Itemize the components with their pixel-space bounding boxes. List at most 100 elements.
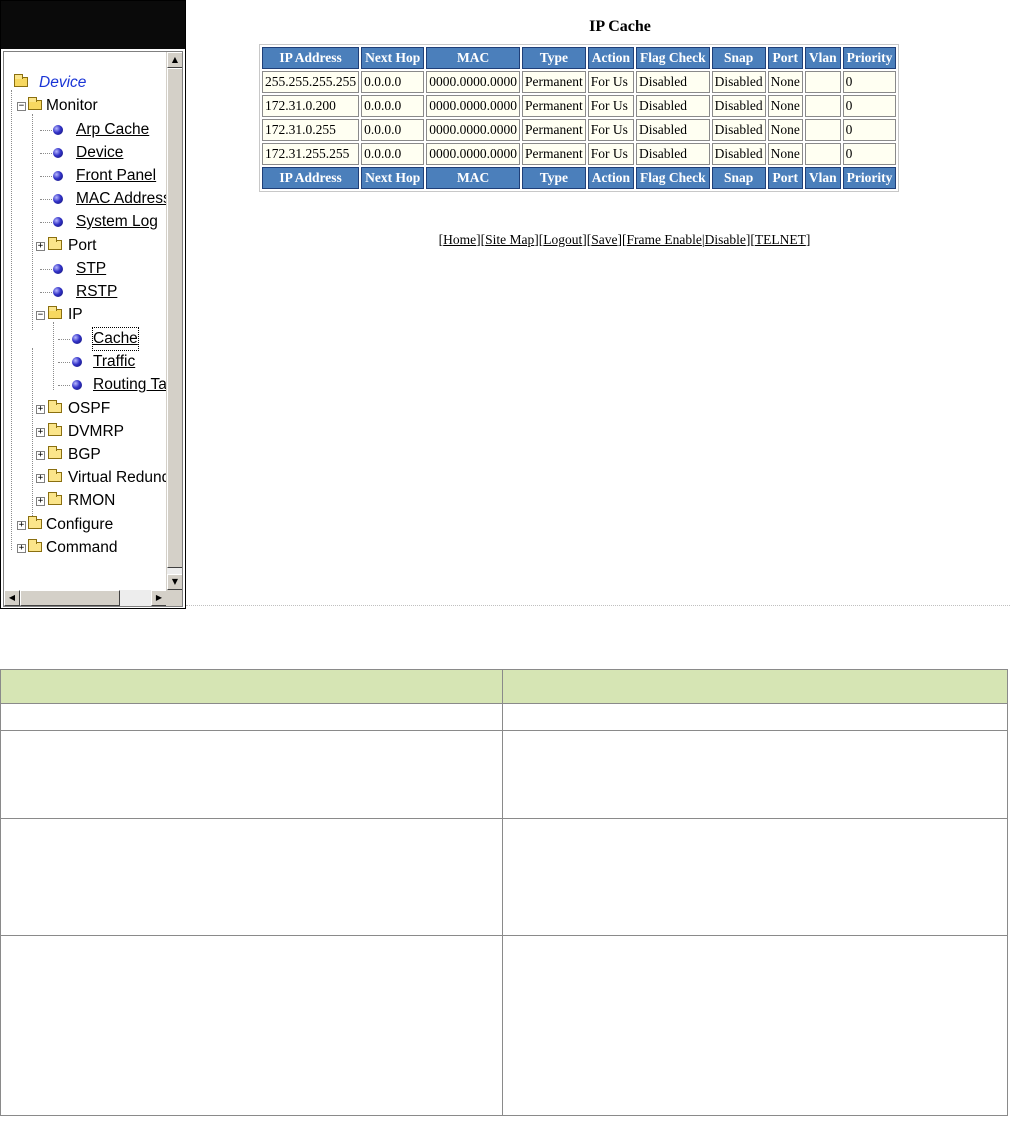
table-cell: For Us: [587, 71, 634, 93]
table-cell: None: [767, 95, 803, 117]
tree-node-command[interactable]: + Command: [4, 537, 167, 559]
expand-icon[interactable]: +: [36, 405, 45, 414]
folder-open-icon: [48, 306, 62, 319]
tree-node-device[interactable]: Device: [4, 142, 167, 164]
expand-icon[interactable]: +: [36, 474, 45, 483]
tree-node-bgp[interactable]: + BGP: [4, 444, 167, 466]
table-cell: [804, 95, 841, 117]
footer-link-frame-enable[interactable]: Frame Enable: [627, 232, 702, 247]
table-row: [0, 703, 1008, 731]
table-cell: [0, 935, 503, 1116]
vertical-scroll-thumb[interactable]: [167, 68, 182, 568]
tree-node-label: Device: [39, 74, 87, 91]
bullet-icon: [53, 171, 63, 181]
bottom-column-header: Port: [767, 167, 803, 189]
tree-node-arp-cache[interactable]: Arp Cache: [4, 119, 167, 141]
tree-node-front-panel[interactable]: Front Panel: [4, 165, 167, 187]
footer-link-site-map[interactable]: Site Map: [485, 232, 534, 247]
tree-node-label: Virtual Redundancy: [68, 469, 167, 486]
column-header-cell: [502, 669, 1008, 704]
tree-node-dvmrp[interactable]: + DVMRP: [4, 421, 167, 443]
expand-icon[interactable]: +: [36, 497, 45, 506]
tree-node-configure[interactable]: + Configure: [4, 514, 167, 536]
tree-node-device-root[interactable]: Device: [4, 72, 167, 94]
tree-node-cache-selected[interactable]: Cache: [4, 327, 167, 351]
collapse-icon[interactable]: −: [17, 102, 26, 111]
bullet-icon: [53, 125, 63, 135]
table-cell: 0: [842, 119, 897, 141]
tree-node-monitor[interactable]: − Monitor: [4, 95, 167, 117]
tree-link-label[interactable]: Traffic: [93, 351, 135, 373]
table-cell: [0, 818, 503, 936]
tree-node-mac-address[interactable]: MAC Address: [4, 188, 167, 210]
bottom-column-header: Action: [587, 167, 634, 189]
expand-icon[interactable]: +: [17, 544, 26, 553]
table-cell: None: [767, 71, 803, 93]
horizontal-scrollbar[interactable]: ◀ ▶: [4, 590, 167, 606]
top-column-header: Port: [767, 47, 803, 69]
table-cell: 0.0.0.0: [361, 119, 425, 141]
top-column-header: Next Hop: [361, 47, 425, 69]
table-cell: 0.0.0.0: [361, 95, 425, 117]
tree-node-ip[interactable]: − IP: [4, 304, 167, 326]
footer-link-logout[interactable]: Logout: [543, 232, 582, 247]
folder-icon: [48, 469, 62, 482]
footer-link-telnet[interactable]: TELNET: [755, 232, 806, 247]
tree-node-stp[interactable]: STP: [4, 258, 167, 280]
expand-icon[interactable]: +: [17, 521, 26, 530]
tree-link-label[interactable]: Front Panel: [76, 165, 156, 187]
horizontal-scroll-thumb[interactable]: [20, 590, 120, 606]
table-cell: 172.31.255.255: [262, 143, 360, 165]
table-cell: [502, 818, 1008, 936]
table-row: 172.31.255.255 0.0.0.0 0000.0000.0000 Perma…: [262, 143, 897, 165]
tree-node-ospf[interactable]: + OSPF: [4, 398, 167, 420]
table-cell: Permanent: [522, 143, 586, 165]
table-header-row: IP Address Next Hop MAC Type Action Flag Chec…: [262, 47, 897, 69]
expand-icon[interactable]: +: [36, 451, 45, 460]
bottom-column-header: Vlan: [804, 167, 841, 189]
folder-icon: [48, 237, 62, 250]
tree-link-label[interactable]: System Log: [76, 211, 158, 233]
collapse-icon[interactable]: −: [36, 311, 45, 320]
scroll-left-icon[interactable]: ◀: [4, 590, 20, 606]
scroll-right-icon[interactable]: ▶: [151, 590, 167, 606]
tree-node-port[interactable]: + Port: [4, 235, 167, 257]
tree-node-traffic[interactable]: Traffic: [4, 351, 167, 373]
scroll-up-icon[interactable]: ▲: [167, 52, 182, 68]
tree-node-label: Command: [46, 539, 118, 556]
table-cell: [0, 703, 503, 731]
scrollbar-corner: [166, 590, 182, 606]
table-row: 172.31.0.200 0.0.0.0 0000.0000.0000 Permane…: [262, 95, 897, 117]
tree-link-label[interactable]: MAC Address: [76, 188, 167, 210]
expand-icon[interactable]: +: [36, 428, 45, 437]
tree-link-label[interactable]: RSTP: [76, 281, 117, 303]
vertical-scrollbar[interactable]: ▲ ▼: [166, 52, 182, 590]
footer-link-save[interactable]: Save: [591, 232, 617, 247]
nav-tree-panel: Device − Monitor Arp Cache Device Front …: [3, 51, 183, 607]
footer-link-disable[interactable]: Disable: [705, 232, 746, 247]
tree-node-virtual-redundancy[interactable]: + Virtual Redundancy: [4, 467, 167, 489]
scroll-down-icon[interactable]: ▼: [167, 574, 182, 590]
table-cell: Disabled: [635, 95, 710, 117]
description-table: [0, 669, 1008, 1116]
table-cell: Disabled: [635, 71, 710, 93]
table-cell: None: [767, 143, 803, 165]
table-row: 255.255.255.255 0.0.0.0 0000.0000.0000 Perm…: [262, 71, 897, 93]
tree-node-rmon[interactable]: + RMON: [4, 490, 167, 512]
table-cell: [804, 143, 841, 165]
frame-separator: [186, 605, 1010, 606]
footer-link-home[interactable]: Home: [443, 232, 476, 247]
table-row: [0, 730, 1008, 819]
tree-node-rstp[interactable]: RSTP: [4, 281, 167, 303]
table-cell: [502, 730, 1008, 819]
tree-link-label[interactable]: Cache: [92, 327, 139, 351]
tree-link-label[interactable]: STP: [76, 258, 106, 280]
folder-icon: [28, 516, 42, 529]
tree-node-system-log[interactable]: System Log: [4, 211, 167, 233]
expand-icon[interactable]: +: [36, 242, 45, 251]
tree-node-routing-table[interactable]: Routing Table: [4, 374, 167, 396]
table-cell: Permanent: [522, 119, 586, 141]
tree-link-label[interactable]: Routing Table: [93, 374, 167, 396]
tree-link-label[interactable]: Arp Cache: [76, 119, 149, 141]
tree-link-label[interactable]: Device: [76, 142, 123, 164]
